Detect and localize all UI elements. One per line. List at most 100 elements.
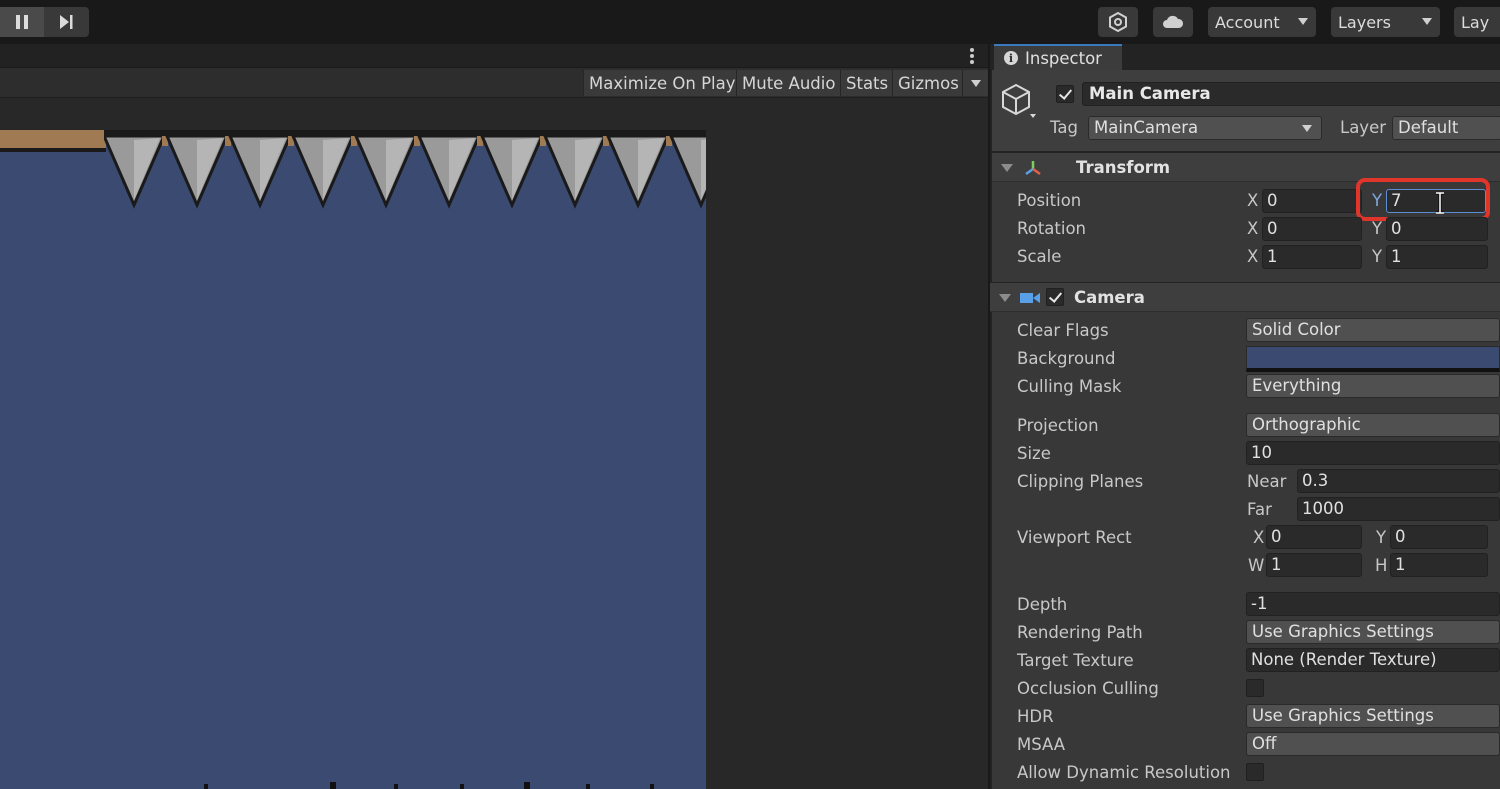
- far-clip-field[interactable]: 1000: [1297, 497, 1500, 521]
- layout-dropdown[interactable]: Lay: [1454, 7, 1500, 37]
- layer-dropdown[interactable]: Default: [1392, 116, 1500, 140]
- culling-mask-value: Everything: [1252, 376, 1342, 395]
- near-label[interactable]: Near: [1247, 472, 1286, 491]
- scale-y-axis-label[interactable]: Y: [1372, 247, 1382, 266]
- viewport-rect-label: Viewport Rect: [1017, 528, 1132, 547]
- culling-mask-dropdown[interactable]: Everything: [1246, 374, 1500, 398]
- rotation-y-field[interactable]: 0: [1386, 217, 1488, 241]
- foldout-arrow-icon[interactable]: [1001, 164, 1013, 172]
- viewport-w-label[interactable]: W: [1248, 556, 1264, 575]
- mute-audio-button[interactable]: Mute Audio: [736, 70, 841, 96]
- rotation-x-field[interactable]: 0: [1262, 217, 1362, 241]
- tag-dropdown[interactable]: MainCamera: [1088, 116, 1322, 140]
- gameobject-cube-icon[interactable]: [1000, 82, 1038, 122]
- projection-dropdown[interactable]: Orthographic: [1246, 413, 1500, 437]
- culling-mask-label: Culling Mask: [1017, 377, 1122, 396]
- pause-icon: [16, 15, 28, 29]
- viewport-h-field[interactable]: 1: [1390, 553, 1488, 577]
- viewport-h-label[interactable]: H: [1375, 556, 1387, 575]
- clipping-planes-label: Clipping Planes: [1017, 472, 1144, 491]
- layers-dropdown[interactable]: Layers: [1331, 7, 1440, 37]
- gameobject-name-field[interactable]: Main Camera: [1082, 82, 1500, 106]
- far-label[interactable]: Far: [1247, 500, 1272, 519]
- camera-title: Camera: [1074, 288, 1145, 307]
- gameobject-active-checkbox[interactable]: [1056, 85, 1074, 103]
- allow-dynamic-resolution-label: Allow Dynamic Resolution: [1017, 763, 1231, 782]
- game-render-area[interactable]: [0, 130, 706, 789]
- info-icon: i: [1004, 51, 1018, 65]
- rendering-path-label: Rendering Path: [1017, 623, 1143, 642]
- rotation-y-axis-label[interactable]: Y: [1372, 219, 1382, 238]
- text-cursor-icon: [1436, 192, 1444, 214]
- allow-dynamic-resolution-checkbox[interactable]: [1246, 763, 1264, 781]
- layers-label: Layers: [1338, 12, 1391, 32]
- depth-label: Depth: [1017, 595, 1068, 614]
- hdr-dropdown[interactable]: Use Graphics Settings: [1246, 704, 1500, 728]
- account-dropdown[interactable]: Account: [1208, 7, 1316, 37]
- camera-enabled-checkbox[interactable]: [1046, 288, 1064, 306]
- transform-icon: [1025, 161, 1041, 176]
- occlusion-culling-label: Occlusion Culling: [1017, 679, 1159, 698]
- playback-controls: [0, 7, 89, 37]
- foldout-arrow-icon[interactable]: [999, 294, 1011, 302]
- inspector-tab-label: Inspector: [1025, 48, 1102, 68]
- rendering-path-dropdown[interactable]: Use Graphics Settings: [1246, 620, 1500, 644]
- layout-label: Lay: [1461, 12, 1490, 32]
- cloud-icon: [1163, 15, 1184, 28]
- target-texture-field[interactable]: None (Render Texture): [1246, 648, 1500, 672]
- cloud-button[interactable]: [1153, 7, 1193, 37]
- viewport-x-field[interactable]: 0: [1266, 525, 1362, 549]
- gizmos-menu-button[interactable]: [962, 70, 988, 96]
- viewport-x-label[interactable]: X: [1253, 528, 1264, 547]
- camera-icon: [1020, 293, 1040, 303]
- camera-header[interactable]: Camera: [990, 282, 1500, 312]
- msaa-dropdown[interactable]: Off: [1246, 732, 1500, 756]
- background-color-field[interactable]: [1246, 346, 1500, 372]
- step-icon: [60, 15, 73, 29]
- clear-flags-label: Clear Flags: [1017, 321, 1109, 340]
- gameobject-header: Main Camera Tag MainCamera Layer Default: [992, 70, 1500, 152]
- maximize-on-play-button[interactable]: Maximize On Play: [583, 70, 741, 96]
- viewport-y-label[interactable]: Y: [1376, 528, 1386, 547]
- near-clip-field[interactable]: 0.3: [1297, 469, 1500, 493]
- layer-value: Default: [1398, 118, 1459, 137]
- collab-icon: [1109, 12, 1127, 32]
- chevron-down-icon: [1302, 125, 1312, 132]
- game-view-panel: Maximize On Play Mute Audio Stats Gizmos: [0, 44, 988, 789]
- rendering-path-value: Use Graphics Settings: [1252, 622, 1434, 641]
- projection-value: Orthographic: [1252, 415, 1361, 434]
- collab-button[interactable]: [1098, 7, 1138, 37]
- tag-value: MainCamera: [1094, 118, 1199, 137]
- scale-x-field[interactable]: 1: [1262, 245, 1362, 269]
- focus-highlight-annotation: [1356, 178, 1490, 221]
- msaa-label: MSAA: [1017, 735, 1066, 754]
- viewport-w-field[interactable]: 1: [1266, 553, 1362, 577]
- rotation-label: Rotation: [1017, 219, 1087, 238]
- game-view-toolbar: Maximize On Play Mute Audio Stats Gizmos: [0, 68, 988, 98]
- ground-tile: [0, 130, 106, 152]
- game-view-tabbar: [0, 44, 988, 68]
- clear-flags-dropdown[interactable]: Solid Color: [1246, 318, 1500, 342]
- depth-field[interactable]: -1: [1246, 592, 1500, 616]
- hdr-value: Use Graphics Settings: [1252, 706, 1434, 725]
- step-button[interactable]: [44, 7, 88, 37]
- tab-inspector[interactable]: i Inspector: [994, 44, 1122, 70]
- occlusion-culling-checkbox[interactable]: [1246, 679, 1264, 697]
- rotation-x-axis-label[interactable]: X: [1247, 219, 1258, 238]
- position-label: Position: [1017, 191, 1082, 210]
- scale-x-axis-label[interactable]: X: [1247, 247, 1258, 266]
- position-x-axis-label[interactable]: X: [1247, 191, 1258, 210]
- gizmos-button[interactable]: Gizmos: [892, 70, 964, 96]
- spike: [668, 134, 706, 209]
- scale-y-field[interactable]: 1: [1386, 245, 1488, 269]
- size-label: Size: [1017, 444, 1051, 463]
- clear-flags-value: Solid Color: [1252, 320, 1341, 339]
- background-label: Background: [1017, 349, 1116, 368]
- viewport-y-field[interactable]: 0: [1390, 525, 1488, 549]
- pause-button[interactable]: [0, 7, 44, 37]
- size-field[interactable]: 10: [1246, 441, 1500, 465]
- stats-button[interactable]: Stats: [840, 70, 894, 96]
- inspector-tabbar: i Inspector: [992, 44, 1500, 70]
- position-x-field[interactable]: 0: [1262, 189, 1362, 213]
- more-options-icon[interactable]: [970, 48, 974, 64]
